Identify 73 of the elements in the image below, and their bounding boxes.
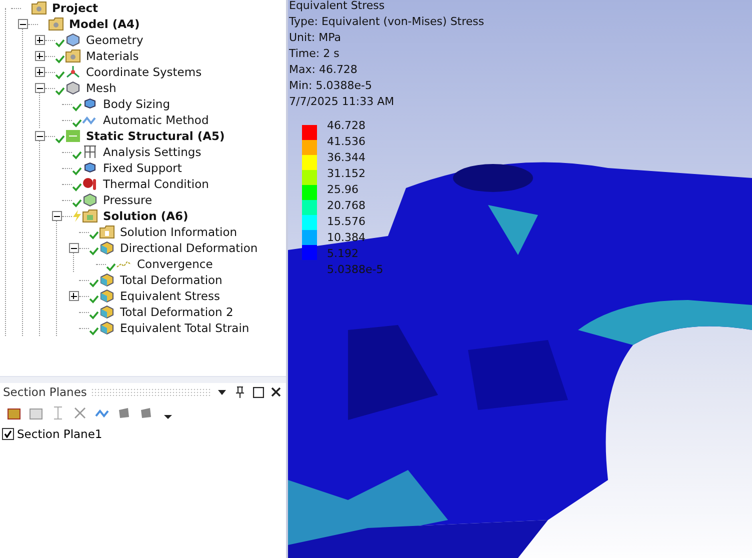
result-info-text: Min: 5.0388e-5 <box>289 78 373 94</box>
tree-item[interactable]: Convergence <box>136 257 214 271</box>
collapse-toggle[interactable] <box>34 131 44 141</box>
collapse-toggle[interactable] <box>52 211 62 221</box>
legend-value: 10.384 <box>327 230 366 246</box>
result-cube-icon <box>99 320 115 336</box>
tree-item[interactable]: Thermal Condition <box>102 177 210 191</box>
result-info-text: Type: Equivalent (von-Mises) Stress <box>289 14 484 30</box>
tree-item[interactable]: Equivalent Stress <box>119 289 221 303</box>
legend-value: 5.0388e-5 <box>327 262 384 278</box>
pin-icon[interactable] <box>233 385 247 399</box>
folder-icon <box>65 48 81 64</box>
scaffold-icon <box>82 144 98 160</box>
cube-icon <box>65 32 81 48</box>
tree-item[interactable]: Automatic Method <box>102 113 210 127</box>
result-info-text: Max: 46.728 <box>289 62 358 78</box>
tree-item[interactable]: Solution Information <box>119 225 238 239</box>
collapse-toggle[interactable] <box>18 19 28 29</box>
tree-item[interactable]: Mesh <box>85 81 118 95</box>
legend-value: 20.768 <box>327 198 366 214</box>
expand-toggle[interactable] <box>34 51 44 61</box>
legend-value: 25.96 <box>327 182 360 198</box>
collapse-toggle[interactable] <box>34 83 44 93</box>
tree-item[interactable]: Body Sizing <box>102 97 172 111</box>
folder-icon <box>99 224 115 240</box>
tree-item[interactable]: Model (A4) <box>68 17 141 31</box>
tree-item[interactable]: Solution (A6) <box>102 209 190 223</box>
tree-item[interactable]: Pressure <box>102 193 154 207</box>
static-structural-icon <box>65 128 81 144</box>
result-cube-icon <box>99 240 115 256</box>
thermometer-icon <box>82 176 98 192</box>
legend-value: 46.728 <box>327 118 366 134</box>
legend-value: 36.344 <box>327 150 366 166</box>
tree-item[interactable]: Total Deformation 2 <box>119 305 234 319</box>
tree-item[interactable]: Directional Deformation <box>119 241 259 255</box>
expand-toggle[interactable] <box>34 35 44 45</box>
tree-item[interactable]: Project <box>51 1 100 15</box>
result-cube-icon <box>99 272 115 288</box>
result-info-text: 7/7/2025 11:33 AM <box>289 94 396 110</box>
legend-value: 41.536 <box>327 134 366 150</box>
tree-item[interactable]: Geometry <box>85 33 144 47</box>
result-cube-icon <box>99 288 115 304</box>
axes-icon <box>65 64 81 80</box>
collapse-toggle[interactable] <box>68 243 78 253</box>
tree-item[interactable]: Static Structural (A5) <box>85 129 226 143</box>
tree-item[interactable]: Equivalent Total Strain <box>119 321 250 335</box>
folder-icon <box>48 16 64 32</box>
tree-item[interactable]: Fixed Support <box>102 161 183 175</box>
legend-value: 5.192 <box>327 246 360 262</box>
legend-value: 31.152 <box>327 166 366 182</box>
block-icon[interactable] <box>116 405 132 421</box>
tree-item[interactable]: Materials <box>85 49 140 63</box>
cube-icon <box>65 80 81 96</box>
delete-icon[interactable] <box>72 405 88 421</box>
result-cube-icon <box>99 304 115 320</box>
maximize-icon[interactable] <box>251 385 265 399</box>
close-icon[interactable] <box>269 385 283 399</box>
checkbox[interactable] <box>2 428 14 440</box>
cube-icon <box>82 192 98 208</box>
expand-toggle[interactable] <box>68 291 78 301</box>
legend-value: 15.576 <box>327 214 366 230</box>
result-info-text: Time: 2 s <box>289 46 340 62</box>
tree-item[interactable]: Coordinate Systems <box>85 65 203 79</box>
panel-title: Section Planes <box>3 385 87 399</box>
section-plane-label: Section Plane1 <box>17 427 102 441</box>
folder-icon <box>31 0 47 16</box>
result-info-text: Equivalent Stress <box>289 0 386 14</box>
result-info-text: Unit: MPa <box>289 30 342 46</box>
expand-toggle[interactable] <box>34 67 44 77</box>
folder-icon <box>82 208 98 224</box>
block-icon[interactable] <box>138 405 154 421</box>
tree-item[interactable]: Analysis Settings <box>102 145 202 159</box>
tree-item[interactable]: Total Deformation <box>119 273 224 287</box>
